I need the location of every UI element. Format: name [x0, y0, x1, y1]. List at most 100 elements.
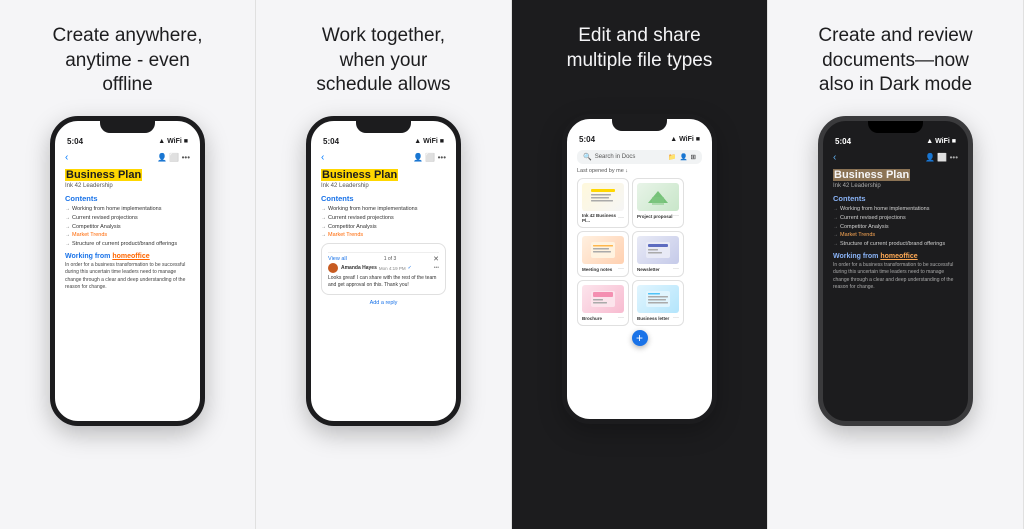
phone-4-nav: ‹ 👤 ⬜ •••	[833, 152, 958, 163]
contents-heading-2: Contents	[321, 194, 446, 203]
comment-text: Looks great! I can share with the rest o…	[328, 275, 439, 289]
doc-title-4: Business Plan	[833, 169, 958, 182]
file-dots-2[interactable]: ···	[673, 213, 679, 219]
file-name-row-3: Meeting notes ···	[582, 266, 624, 272]
file-dots-4[interactable]: ···	[673, 266, 679, 272]
list-item-4-2: →Current revised projections	[833, 215, 958, 222]
file-card-5[interactable]: Brochure ···	[577, 280, 629, 326]
search-right-icons: 📁 👤 ⊞	[668, 153, 696, 161]
file-thumb-3	[582, 236, 624, 264]
doc-title-1: Business Plan	[65, 169, 190, 182]
commenter-avatar	[328, 263, 338, 273]
panel-1-phone: 5:04 ▲ WiFi ■ ‹ 👤 ⬜ ••• Business Plan In…	[50, 116, 205, 426]
commenter-name: Amanda Hayes	[341, 265, 377, 271]
doc-subtitle-2: Ink 42 Leadership	[321, 183, 446, 189]
contents-heading-1: Contents	[65, 194, 190, 203]
notch-2	[356, 121, 411, 133]
file-thumb-2	[637, 183, 679, 211]
back-button-4[interactable]: ‹	[833, 152, 836, 163]
file-name-3: Meeting notes	[582, 267, 612, 272]
nav-icons-1: 👤 ⬜ •••	[157, 153, 190, 162]
list-item-4-4: →Market Trends	[833, 232, 958, 239]
back-button-1[interactable]: ‹	[65, 152, 68, 163]
status-icons-2: ▲ WiFi ■	[414, 138, 444, 145]
doc-title-2: Business Plan	[321, 169, 446, 182]
status-icons-3: ▲ WiFi ■	[670, 136, 700, 143]
files-grid: Ink 42 Business Pl... ··· Project propos…	[577, 178, 702, 326]
status-bar-2: 5:04 ▲ WiFi ■	[311, 133, 456, 148]
file-card-2[interactable]: Project proposal ···	[632, 178, 684, 228]
panel-4-phone: 5:04 ▲ WiFi ■ ‹ 👤 ⬜ ••• Business Plan In…	[818, 116, 973, 426]
panel-3-title: Edit and sharemultiple file types	[567, 24, 713, 96]
phone-3-content: 🔍 Search in Docs 📁 👤 ⊞ Last opened by me…	[567, 146, 712, 418]
file-card-6[interactable]: Business letter ···	[632, 280, 684, 326]
list-item-1-4: →Market Trends	[65, 232, 190, 239]
notch-1	[100, 121, 155, 133]
list-item-4-1: →Working from home implementations	[833, 206, 958, 213]
view-all-bar: View all 1 of 3 ✕	[328, 252, 439, 263]
phone-2-nav: ‹ 👤 ⬜ •••	[321, 152, 446, 163]
account-icon: 👤	[679, 153, 687, 161]
comment-checkmark: ✓	[408, 265, 412, 271]
notch-4	[868, 121, 923, 133]
file-name-row-1: Ink 42 Business Pl... ···	[582, 213, 624, 223]
status-icons-1: ▲ WiFi ■	[158, 138, 188, 145]
panel-4: Create and reviewdocuments—nowalso in Da…	[768, 0, 1024, 529]
file-thumb-4	[637, 236, 679, 264]
file-dots-6[interactable]: ···	[673, 315, 679, 321]
doc-subtitle-1: Ink 42 Leadership	[65, 183, 190, 189]
list-item-1-2: →Current revised projections	[65, 215, 190, 222]
comment-pagination: 1 of 3	[384, 256, 397, 262]
grid-icon: ⊞	[691, 153, 696, 161]
file-card-3[interactable]: Meeting notes ···	[577, 231, 629, 277]
list-item-2-2: →Current revised projections	[321, 215, 446, 222]
file-dots-1[interactable]: ···	[618, 215, 624, 221]
file-thumb-5	[582, 285, 624, 313]
add-reply-button[interactable]: Add a reply	[321, 300, 446, 306]
panel-1-title: Create anywhere,anytime - evenoffline	[53, 24, 203, 98]
list-item-2-4: →Market Trends	[321, 232, 446, 239]
phone-2-content: ‹ 👤 ⬜ ••• Business Plan Ink 42 Leadershi…	[311, 148, 456, 420]
status-time-2: 5:04	[323, 137, 339, 146]
files-label: Last opened by me ↓	[577, 168, 702, 174]
status-icons-4: ▲ WiFi ■	[926, 138, 956, 145]
comment-options[interactable]: •••	[434, 265, 439, 271]
fab-button[interactable]: +	[632, 330, 648, 346]
file-name-row-4: Newsletter ···	[637, 266, 679, 272]
comment-close[interactable]: ✕	[433, 255, 439, 263]
file-name-row-2: Project proposal ···	[637, 213, 679, 219]
search-text: Search in Docs	[595, 154, 666, 160]
panel-2: Work together,when yourschedule allows 5…	[256, 0, 512, 529]
list-item-1-3: →Competitor Analysis	[65, 224, 190, 231]
file-name-2: Project proposal	[637, 214, 673, 219]
phone-1-nav: ‹ 👤 ⬜ •••	[65, 152, 190, 163]
doc-subtitle-4: Ink 42 Leadership	[833, 183, 958, 189]
title-highlight-1: Business Plan	[65, 169, 142, 181]
file-name-1: Ink 42 Business Pl...	[582, 213, 618, 223]
phone-4-content: ‹ 👤 ⬜ ••• Business Plan Ink 42 Leadershi…	[823, 148, 968, 420]
file-name-row-6: Business letter ···	[637, 315, 679, 321]
file-dots-5[interactable]: ···	[618, 315, 624, 321]
file-card-1[interactable]: Ink 42 Business Pl... ···	[577, 178, 629, 228]
list-item-4-3: →Competitor Analysis	[833, 224, 958, 231]
back-button-2[interactable]: ‹	[321, 152, 324, 163]
list-item-4-5: →Structure of current product/brand offe…	[833, 241, 958, 248]
status-bar-1: 5:04 ▲ WiFi ■	[55, 133, 200, 148]
panel-1: Create anywhere,anytime - evenoffline 5:…	[0, 0, 256, 529]
phone-1-content: ‹ 👤 ⬜ ••• Business Plan Ink 42 Leadershi…	[55, 148, 200, 420]
status-bar-4: 5:04 ▲ WiFi ■	[823, 133, 968, 148]
folder-icon: 📁	[668, 153, 676, 161]
file-name-5: Brochure	[582, 316, 602, 321]
file-name-4: Newsletter	[637, 267, 660, 272]
panel-3-phone: 5:04 ▲ WiFi ■ 🔍 Search in Docs 📁 👤 ⊞ Las…	[562, 114, 717, 424]
status-time-4: 5:04	[835, 137, 851, 146]
working-from-1: Working from homeoffice	[65, 253, 190, 260]
panel-2-title: Work together,when yourschedule allows	[316, 24, 450, 98]
list-item-1-5: →Structure of current product/brand offe…	[65, 241, 190, 248]
file-card-4[interactable]: Newsletter ···	[632, 231, 684, 277]
view-all-link[interactable]: View all	[328, 256, 347, 262]
file-name-row-5: Brochure ···	[582, 315, 624, 321]
search-bar[interactable]: 🔍 Search in Docs 📁 👤 ⊞	[577, 150, 702, 164]
file-dots-3[interactable]: ···	[618, 266, 624, 272]
body-text-1: In order for a business transformation t…	[65, 262, 190, 292]
